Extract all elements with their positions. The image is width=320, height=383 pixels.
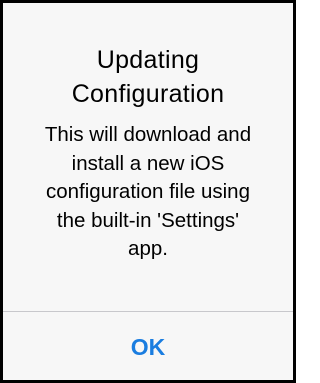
alert-message-line-1: This will download and (44, 123, 252, 146)
ok-button-label: OK (130, 334, 166, 360)
alert-message-line-4: the built-in 'Settings' (56, 208, 240, 232)
alert-message-line-5: app. (128, 237, 168, 260)
alert-dialog: Updating Configuration This will downloa… (0, 0, 296, 383)
ok-button[interactable]: OK (3, 312, 293, 383)
alert-title: Updating Configuration (3, 43, 293, 111)
alert-title-line-1: Updating (96, 46, 200, 74)
alert-message: This will download and install a new iOS… (3, 121, 293, 264)
alert-message-line-3: configuration file using (46, 180, 250, 203)
alert-message-line-2: install a new iOS (71, 151, 225, 175)
alert-title-line-2: Configuration (71, 80, 225, 108)
